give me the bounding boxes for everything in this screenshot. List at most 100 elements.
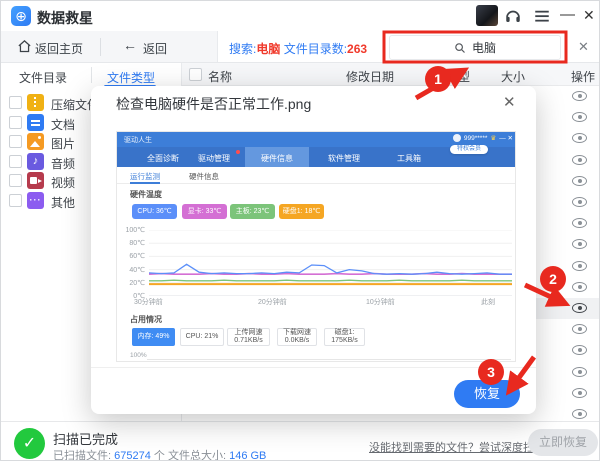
avatar[interactable] [476, 5, 498, 26]
preview-eye-icon[interactable] [572, 282, 587, 292]
preview-modal: 检查电脑硬件是否正常工作.png ✕ 驱动人生 999*****♛— ✕ 特权会… [91, 86, 536, 414]
home-icon[interactable] [17, 39, 32, 54]
preview-eye-icon[interactable] [572, 133, 587, 143]
subtab-hardware-info: 硬件信息 [189, 171, 219, 182]
modal-close-icon[interactable]: ✕ [503, 93, 516, 111]
xtick: 10分钟前 [366, 297, 395, 307]
step-2-badge [540, 266, 566, 292]
preview-tab-toolbox: 工具箱 [397, 153, 421, 164]
partial-chart-label: 100% [130, 352, 147, 359]
preview-eye-icon[interactable] [572, 261, 587, 271]
xtick: 30分钟前 [134, 297, 163, 307]
preview-tab-software: 软件管理 [328, 153, 360, 164]
preview-eye-icon[interactable] [572, 409, 587, 419]
search-input[interactable]: 电脑 [389, 35, 561, 60]
scan-status: 扫描已完成 [53, 429, 118, 448]
divider [100, 38, 101, 56]
usage-section-title: 占用情况 [130, 314, 162, 325]
deep-scan-link[interactable]: 没能找到需要的文件？尝试深度扫描 [369, 439, 545, 455]
checkbox[interactable] [9, 96, 22, 109]
preview-eye-icon[interactable] [572, 303, 587, 313]
usage-disk: 磁盘1:175KB/s [324, 328, 365, 346]
select-all-checkbox[interactable] [189, 68, 202, 81]
app-window: ⊕ 数据救星 — ✕ 返回主页 ← 返回 搜索:电脑 文件目录数:263 电脑 [0, 0, 600, 461]
recover-now-button[interactable]: 立即恢复 [528, 429, 598, 456]
xtick: 此刻 [481, 297, 495, 307]
preview-tab-hardware: 硬件信息 [261, 153, 293, 164]
checkbox[interactable] [9, 116, 22, 129]
tab-file-type[interactable]: 文件类型 [107, 69, 155, 86]
preview-eye-icon[interactable] [572, 239, 587, 249]
ytick: 80℃ [123, 239, 145, 247]
back-arrow-icon[interactable]: ← [123, 37, 137, 53]
ytick: 40℃ [123, 266, 145, 274]
video-icon [27, 172, 44, 189]
back-button[interactable]: 返回 [143, 40, 167, 57]
recover-button[interactable]: 恢复 [454, 380, 520, 408]
document-icon [27, 114, 44, 131]
preview-eye-icon[interactable] [572, 345, 587, 355]
column-modified-date[interactable]: 修改日期 [346, 68, 394, 85]
toolbar: 返回主页 ← 返回 搜索:电脑 文件目录数:263 电脑 ✕ [1, 31, 600, 63]
preview-eye-icon[interactable] [572, 218, 587, 228]
temperature-chart [149, 230, 512, 296]
preview-avatar [453, 134, 461, 142]
column-type[interactable]: 类型 [446, 68, 470, 85]
preview-window-controls: 999*****♛— ✕ [453, 134, 513, 142]
preview-subtabs: 运行监测 硬件信息 [117, 167, 516, 184]
usage-download: 下载网速0.0KB/s [277, 328, 317, 346]
column-name[interactable]: 名称 [208, 68, 232, 85]
divider [91, 67, 92, 83]
step-2-number: 2 [549, 271, 557, 287]
scan-complete-check-icon: ✓ [14, 428, 45, 459]
crown-icon: ♛ [490, 134, 496, 142]
preview-app-title: 驱动人生 [124, 135, 152, 145]
xtick: 20分钟前 [258, 297, 287, 307]
preview-eye-icon[interactable] [572, 197, 587, 207]
search-value: 电脑 [472, 39, 496, 56]
home-button[interactable]: 返回主页 [35, 40, 83, 57]
tab-file-directory[interactable]: 文件目录 [19, 69, 67, 86]
headset-icon[interactable] [504, 7, 522, 25]
archive-icon [27, 94, 44, 111]
preview-tab-diagnosis: 全面诊断 [147, 153, 179, 164]
subtab-monitor: 运行监测 [130, 171, 160, 182]
preview-eye-icon[interactable] [572, 324, 587, 334]
usage-upload: 上传网速0.71KB/s [227, 328, 270, 346]
column-operation[interactable]: 操作 [571, 68, 595, 85]
column-size[interactable]: 大小 [501, 68, 525, 85]
preview-eye-icon[interactable] [572, 91, 587, 101]
checkbox[interactable] [9, 155, 22, 168]
modal-title: 检查电脑硬件是否正常工作.png [116, 94, 311, 114]
preview-eye-icon[interactable] [572, 176, 587, 186]
preview-eye-icon[interactable] [572, 112, 587, 122]
checkbox[interactable] [9, 135, 22, 148]
usage-cpu: CPU: 21% [180, 328, 224, 346]
clear-search-icon[interactable]: ✕ [578, 39, 589, 55]
statusbar: ✓ 扫描已完成 已扫描文件: 675274 个 文件总大小: 146 GB 没能… [1, 421, 600, 461]
privilege-badge: 特权会员 [450, 145, 488, 154]
image-icon [27, 133, 44, 150]
subtab-underline [130, 182, 160, 184]
preview-eye-icon[interactable] [572, 367, 587, 377]
temperature-section-title: 硬件温度 [130, 189, 162, 200]
search-icon [454, 42, 466, 54]
checkbox[interactable] [9, 194, 22, 207]
usage-memory: 内存: 49% [132, 328, 175, 346]
preview-tab-drivers: 驱动管理 [198, 153, 230, 164]
close-button[interactable]: ✕ [583, 7, 595, 24]
disk-temp-pill: 硬盘1: 18℃ [279, 204, 324, 219]
cpu-temp-pill: CPU: 36℃ [132, 204, 177, 219]
checkbox[interactable] [9, 174, 22, 187]
board-temp-pill: 主板: 23℃ [230, 204, 275, 219]
table-header: 名称 修改日期 类型 大小 操作 [182, 63, 600, 86]
menu-icon[interactable] [533, 7, 551, 25]
notification-dot [236, 150, 240, 154]
minimize-button[interactable]: — [560, 6, 575, 23]
app-title: 数据救星 [37, 8, 93, 28]
partial-chart-line [147, 359, 511, 360]
preview-eye-icon[interactable] [572, 388, 587, 398]
search-summary: 搜索:电脑 文件目录数:263 [229, 40, 367, 57]
preview-eye-icon[interactable] [572, 155, 587, 165]
app-logo-icon: ⊕ [11, 6, 31, 26]
